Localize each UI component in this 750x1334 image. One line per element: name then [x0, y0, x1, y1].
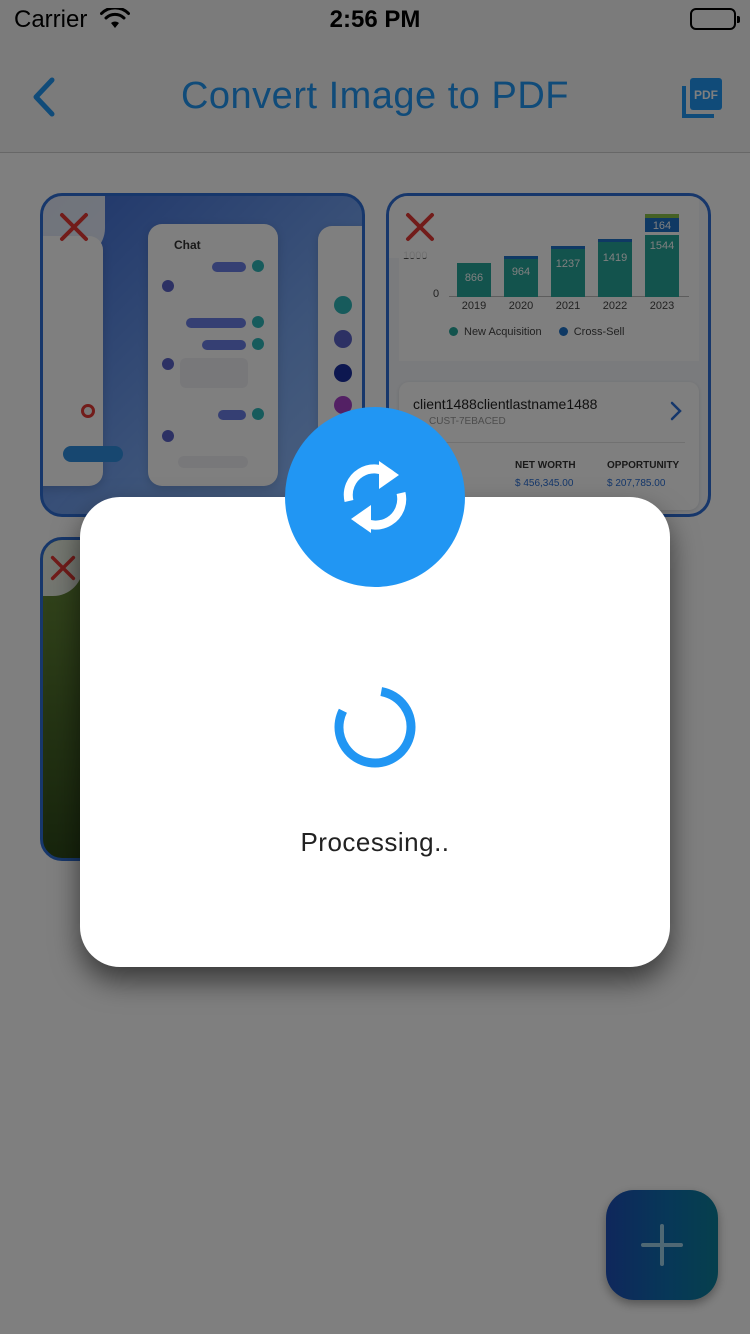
loading-spinner	[334, 686, 416, 768]
processing-message: Processing..	[300, 827, 450, 857]
sync-icon	[343, 461, 407, 533]
dialog-badge	[285, 407, 465, 587]
